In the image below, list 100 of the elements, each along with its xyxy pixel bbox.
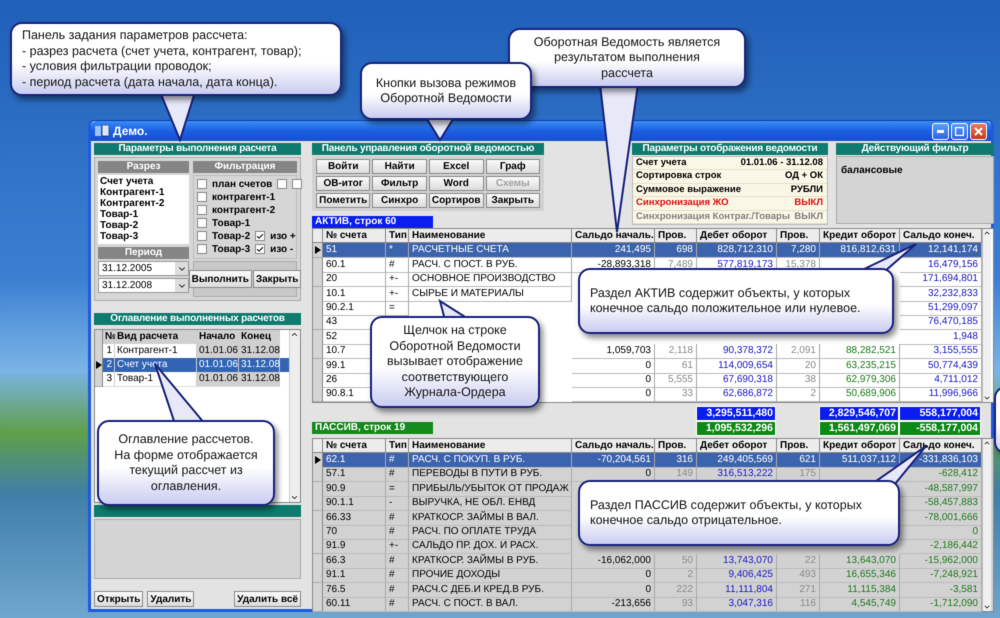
vertical-scrollbar[interactable] — [982, 229, 991, 402]
checkbox[interactable] — [197, 192, 207, 202]
column-header[interactable]: Пров. — [777, 229, 820, 244]
table-cell: # — [386, 467, 409, 482]
action-button[interactable]: Удалить всё — [234, 591, 301, 607]
scroll-up-icon[interactable] — [983, 229, 991, 237]
checkbox-label: изо + — [270, 230, 296, 242]
column-header[interactable]: Начало — [197, 330, 239, 345]
column-header[interactable]: № счета — [323, 438, 386, 454]
toolbar-button[interactable]: Войти — [316, 159, 370, 174]
maximize-icon[interactable] — [955, 126, 964, 136]
toolbar-button[interactable]: Синхро — [372, 193, 427, 208]
vertical-scrollbar[interactable] — [289, 330, 300, 502]
param-label: Сортировка строк — [636, 170, 722, 183]
column-header[interactable]: Сальдо началь. — [572, 229, 655, 244]
checkbox[interactable] — [197, 218, 207, 228]
column-header[interactable]: Сальдо началь. — [572, 438, 655, 454]
table-cell: 01.01.06 — [197, 358, 239, 373]
table-cell: РАСЧЕТНЫЕ СЧЕТА — [409, 243, 572, 258]
checkbox[interactable] — [197, 179, 207, 189]
column-header[interactable]: Тип — [386, 229, 409, 244]
table-cell: # — [386, 258, 409, 273]
minimize-icon[interactable] — [937, 130, 944, 132]
table-cell: 241,495 — [572, 243, 655, 258]
toolbar-button[interactable]: Найти — [372, 159, 427, 174]
table-cell: 3 — [103, 372, 115, 387]
table-cell: 116 — [777, 596, 820, 612]
checkbox-label: план счетов — [212, 178, 272, 190]
action-button[interactable]: Выполнить — [188, 270, 252, 288]
section-label: АКТИВ, строк 60 — [312, 216, 433, 228]
checkbox[interactable] — [255, 231, 266, 241]
table-cell: 2,118 — [655, 344, 697, 360]
action-button[interactable]: Открыть — [94, 591, 144, 607]
callout-text: оглавления. — [150, 478, 222, 494]
table-cell: 38 — [777, 372, 820, 388]
minimize-button[interactable] — [932, 122, 949, 140]
list-item[interactable]: Счет учета — [100, 176, 187, 187]
column-header[interactable]: Наименование — [409, 438, 572, 454]
list-item[interactable]: Контрагент-1 — [100, 187, 187, 198]
table-cell: 62,686,872 — [697, 387, 777, 402]
toolbar-button[interactable]: Excel — [428, 159, 484, 174]
column-header[interactable]: Пров. — [655, 438, 697, 454]
table-cell: -213,656 — [572, 596, 655, 612]
checkbox[interactable] — [197, 205, 207, 215]
date-field[interactable]: 31.12.2005 — [98, 261, 189, 276]
row-selector[interactable] — [313, 243, 323, 258]
column-header[interactable]: Наименование — [409, 229, 572, 244]
checkbox[interactable] — [255, 244, 266, 254]
column-header[interactable]: Дебет оборот — [697, 438, 777, 454]
callout-text: - разрез расчета (счет учета, контрагент, товар); — [22, 44, 302, 59]
column-header[interactable]: Кредит оборот — [820, 229, 900, 244]
date-field[interactable]: 31.12.2008 — [98, 278, 189, 293]
column-header[interactable]: № — [103, 330, 115, 345]
column-header[interactable]: № счета — [323, 229, 386, 244]
table-cell: КРАТКОСР. ЗАЙМЫ В РУБ. — [409, 554, 572, 569]
table-cell: 16,655,346 — [820, 568, 900, 584]
checkbox[interactable] — [277, 179, 288, 189]
callout-text: вызывает отображение — [387, 354, 523, 370]
callout-text: текущий рассчет из — [129, 463, 243, 478]
toolbar-button[interactable]: Сортиров — [428, 193, 484, 208]
table-cell: 114,009,654 — [697, 358, 777, 374]
checkbox[interactable] — [292, 179, 302, 189]
table-cell: 22 — [777, 554, 820, 569]
list-item[interactable]: Товар-2 — [100, 220, 187, 231]
checkbox[interactable] — [197, 244, 207, 254]
scroll-up-icon[interactable] — [290, 330, 299, 339]
list-item[interactable]: Контрагент-2 — [100, 198, 187, 209]
column-header[interactable]: Тип — [386, 438, 409, 454]
checkbox-label: Товар-1 — [212, 218, 250, 228]
toolbar-button[interactable]: Фильтр — [372, 176, 427, 191]
close-icon[interactable] — [974, 126, 983, 136]
checkbox[interactable] — [197, 231, 207, 241]
table-cell: 11,111,804 — [697, 582, 777, 598]
vertical-scrollbar[interactable] — [982, 438, 991, 612]
toolbar-button[interactable]: Граф — [486, 159, 540, 174]
toolbar-button[interactable]: Закрыть — [486, 193, 540, 208]
column-header[interactable]: Сальдо конеч. — [900, 229, 982, 244]
callout-text: На форме отображается — [114, 448, 258, 463]
close-button[interactable] — [970, 122, 987, 140]
action-button[interactable]: Закрыть — [252, 270, 302, 288]
toolbar-button[interactable]: ОВ-итог — [316, 176, 370, 191]
column-header[interactable]: Вид расчета — [115, 330, 197, 345]
checkbox-label: Товар-2 — [212, 230, 250, 242]
column-header[interactable]: Пров. — [777, 438, 820, 454]
toolbar-button[interactable]: Word — [428, 176, 484, 191]
column-header[interactable]: Пров. — [655, 229, 697, 244]
list-item[interactable]: Товар-3 — [100, 231, 187, 242]
list-item[interactable]: Товар-1 — [100, 209, 187, 220]
column-header[interactable]: Конец — [239, 330, 280, 345]
column-header[interactable]: Кредит оборот — [820, 438, 900, 454]
toolbar-button[interactable]: Пометить — [316, 193, 370, 208]
table-cell: РАСЧ. С ПОКУП. В РУБ. — [409, 453, 572, 468]
row-selector[interactable] — [313, 453, 323, 468]
scroll-down-icon[interactable] — [290, 493, 299, 502]
table-cell: 2,091 — [777, 344, 820, 360]
table-cell: 316 — [655, 453, 697, 468]
column-header[interactable]: Сальдо конеч. — [900, 438, 982, 454]
action-button[interactable]: Удалить — [147, 591, 194, 607]
column-header[interactable]: Дебет оборот — [697, 229, 777, 244]
maximize-button[interactable] — [951, 122, 968, 140]
